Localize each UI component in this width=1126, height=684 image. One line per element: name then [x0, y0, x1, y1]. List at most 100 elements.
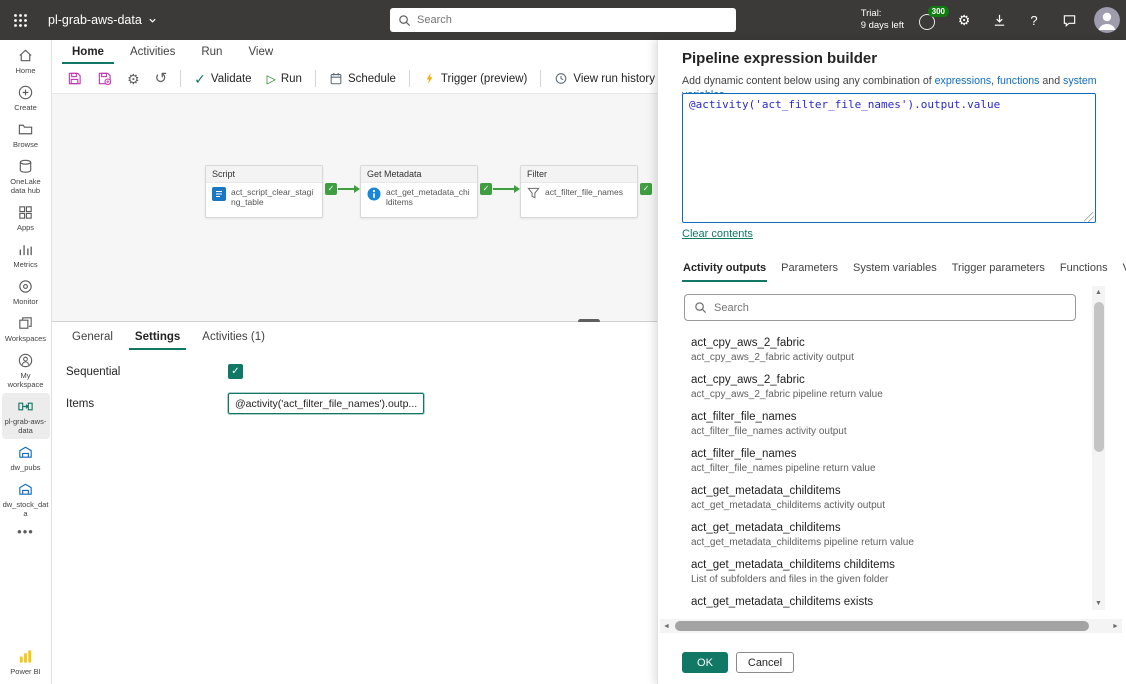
settings-button[interactable]: ⚙ [954, 10, 974, 30]
sidebar-item-label: Metrics [13, 260, 38, 269]
credits-indicator[interactable]: 300 [919, 6, 949, 30]
functions-link[interactable]: functions [997, 75, 1039, 87]
connector-success-icon: ✓ [640, 183, 652, 195]
sequential-checkbox[interactable]: ✓ [228, 364, 243, 379]
sidebar-item-pl-grab-aws-data[interactable]: pl-grab-aws-data [1, 393, 50, 439]
expression-editor[interactable]: @activity('act_filter_file_names').outpu… [682, 93, 1096, 223]
activity-card-get-metadata[interactable]: Get Metadata act_get_metadata_childitems [360, 165, 478, 218]
sidebar-item-label: Monitor [12, 297, 38, 306]
result-subtitle: act_filter_file_names activity output [691, 426, 847, 437]
tab-activities[interactable]: Activities [120, 43, 185, 64]
sidebar-item-label: Workspaces [4, 334, 47, 343]
download-icon [992, 13, 1007, 28]
sidebar-item-onelake-data-hub[interactable]: OneLake data hub [2, 153, 50, 199]
vertical-scroll-thumb[interactable] [1093, 302, 1104, 452]
horizontal-scroll-thumb[interactable] [675, 621, 1089, 631]
global-search-input[interactable] [417, 14, 728, 26]
save-as-button[interactable] [90, 67, 119, 90]
list-item[interactable]: act_filter_file_names act_filter_file_na… [691, 447, 1071, 475]
scroll-up-arrow[interactable]: ▲ [1092, 286, 1105, 299]
vertical-scrollbar[interactable]: ▲ ▼ [1092, 286, 1105, 610]
pipeline-settings-button[interactable]: ⚙ [120, 68, 147, 90]
sidebar-item-dw-stock-data[interactable]: dw_stock_data [2, 476, 50, 522]
sidebar-item-power-bi[interactable]: Power BI [2, 643, 50, 680]
activity-name: act_script_clear_staging_table [231, 187, 314, 208]
more-items-button[interactable]: ••• [17, 522, 34, 543]
list-item[interactable]: act_cpy_aws_2_fabric act_cpy_aws_2_fabri… [691, 373, 1071, 401]
undo-button[interactable]: ↺ [148, 67, 175, 90]
ellipsis-icon: ••• [17, 524, 34, 539]
sidebar-item-apps[interactable]: Apps [2, 199, 50, 236]
connector-line [338, 188, 354, 190]
lightning-icon [423, 71, 436, 86]
workspace-name: pl-grab-aws-data [48, 13, 142, 27]
filter-funnel-icon [527, 187, 540, 200]
clear-contents-link[interactable]: Clear contents [682, 228, 753, 240]
run-button[interactable]: ▷ Run [260, 69, 309, 89]
ok-button[interactable]: OK [682, 652, 728, 673]
tab-functions[interactable]: Functions [1059, 260, 1109, 282]
save-button[interactable] [60, 67, 89, 90]
items-expression-input[interactable] [228, 393, 424, 414]
horizontal-scrollbar[interactable]: ◄ ► [660, 619, 1122, 633]
scroll-down-arrow[interactable]: ▼ [1092, 597, 1105, 610]
sidebar-item-browse[interactable]: Browse [2, 116, 50, 153]
feedback-button[interactable] [1059, 10, 1079, 30]
sidebar-item-dw-pubs[interactable]: dw_pubs [2, 439, 50, 476]
sidebar-item-metrics[interactable]: Metrics [2, 236, 50, 273]
feedback-icon [1062, 13, 1077, 28]
schedule-label: Schedule [347, 72, 396, 85]
workspace-switcher[interactable]: pl-grab-aws-data [40, 13, 165, 27]
list-item[interactable]: act_get_metadata_childitems act_get_meta… [691, 484, 1071, 512]
result-subtitle: act_get_metadata_childitems pipeline ret… [691, 537, 914, 548]
sidebar-item-workspaces[interactable]: Workspaces [2, 310, 50, 347]
activity-card-filter[interactable]: Filter act_filter_file_names [520, 165, 638, 218]
schedule-button[interactable]: Schedule [322, 67, 403, 90]
tab-trigger-parameters[interactable]: Trigger parameters [951, 260, 1046, 282]
user-avatar[interactable] [1094, 7, 1120, 33]
app-launcher-button[interactable] [0, 0, 40, 40]
outputs-search-input[interactable] [714, 301, 1066, 314]
outputs-search-box[interactable] [684, 294, 1076, 321]
trigger-preview-button[interactable]: Trigger (preview) [416, 67, 534, 90]
tab-activity-outputs[interactable]: Activity outputs [682, 260, 768, 282]
global-search-box[interactable] [390, 8, 736, 32]
top-bar: pl-grab-aws-data Trial: 9 days left 300 … [0, 0, 1126, 40]
scroll-left-arrow[interactable]: ◄ [660, 623, 673, 630]
help-button[interactable]: ? [1024, 10, 1044, 30]
resize-grip-icon[interactable] [1084, 212, 1094, 222]
sidebar-item-label: pl-grab-aws-data [4, 417, 47, 435]
list-item[interactable]: act_get_metadata_childitems childitems L… [691, 558, 1071, 586]
waffle-icon [13, 13, 28, 28]
tab-system-variables[interactable]: System variables [852, 260, 938, 282]
validate-button[interactable]: ✓ Validate [187, 68, 258, 90]
toolbar-divider [180, 70, 182, 87]
tab-activities-count[interactable]: Activities (1) [196, 328, 271, 350]
scroll-right-arrow[interactable]: ► [1109, 623, 1122, 630]
tab-view[interactable]: View [238, 43, 283, 64]
tab-parameters[interactable]: Parameters [780, 260, 839, 282]
tab-general[interactable]: General [66, 328, 119, 350]
tab-settings[interactable]: Settings [128, 328, 187, 350]
sidebar-item-monitor[interactable]: Monitor [2, 273, 50, 310]
expressions-link[interactable]: expressions [935, 75, 992, 87]
list-item[interactable]: act_get_metadata_childitems act_get_meta… [691, 521, 1071, 549]
tab-run[interactable]: Run [191, 43, 232, 64]
activity-card-script[interactable]: Script act_script_clear_staging_table [205, 165, 323, 218]
view-run-history-button[interactable]: View run history [547, 67, 662, 90]
activity-outputs-list: act_cpy_aws_2_fabric act_cpy_aws_2_fabri… [691, 336, 1071, 618]
sidebar-item-my-workspace[interactable]: My workspace [2, 347, 50, 393]
sidebar-item-create[interactable]: Create [2, 79, 50, 116]
list-item[interactable]: act_get_metadata_childitems exists [691, 595, 1071, 609]
apps-grid-icon [17, 204, 34, 221]
person-circle-icon [17, 352, 34, 369]
tab-variables-clipped[interactable]: V [1122, 260, 1126, 282]
download-button[interactable] [989, 10, 1009, 30]
list-item[interactable]: act_cpy_aws_2_fabric act_cpy_aws_2_fabri… [691, 336, 1071, 364]
sidebar-item-label: Home [15, 66, 36, 75]
tab-home[interactable]: Home [62, 43, 114, 64]
cancel-button[interactable]: Cancel [736, 652, 794, 673]
list-item[interactable]: act_filter_file_names act_filter_file_na… [691, 410, 1071, 438]
play-icon: ▷ [266, 71, 276, 86]
sidebar-item-home[interactable]: Home [2, 42, 50, 79]
